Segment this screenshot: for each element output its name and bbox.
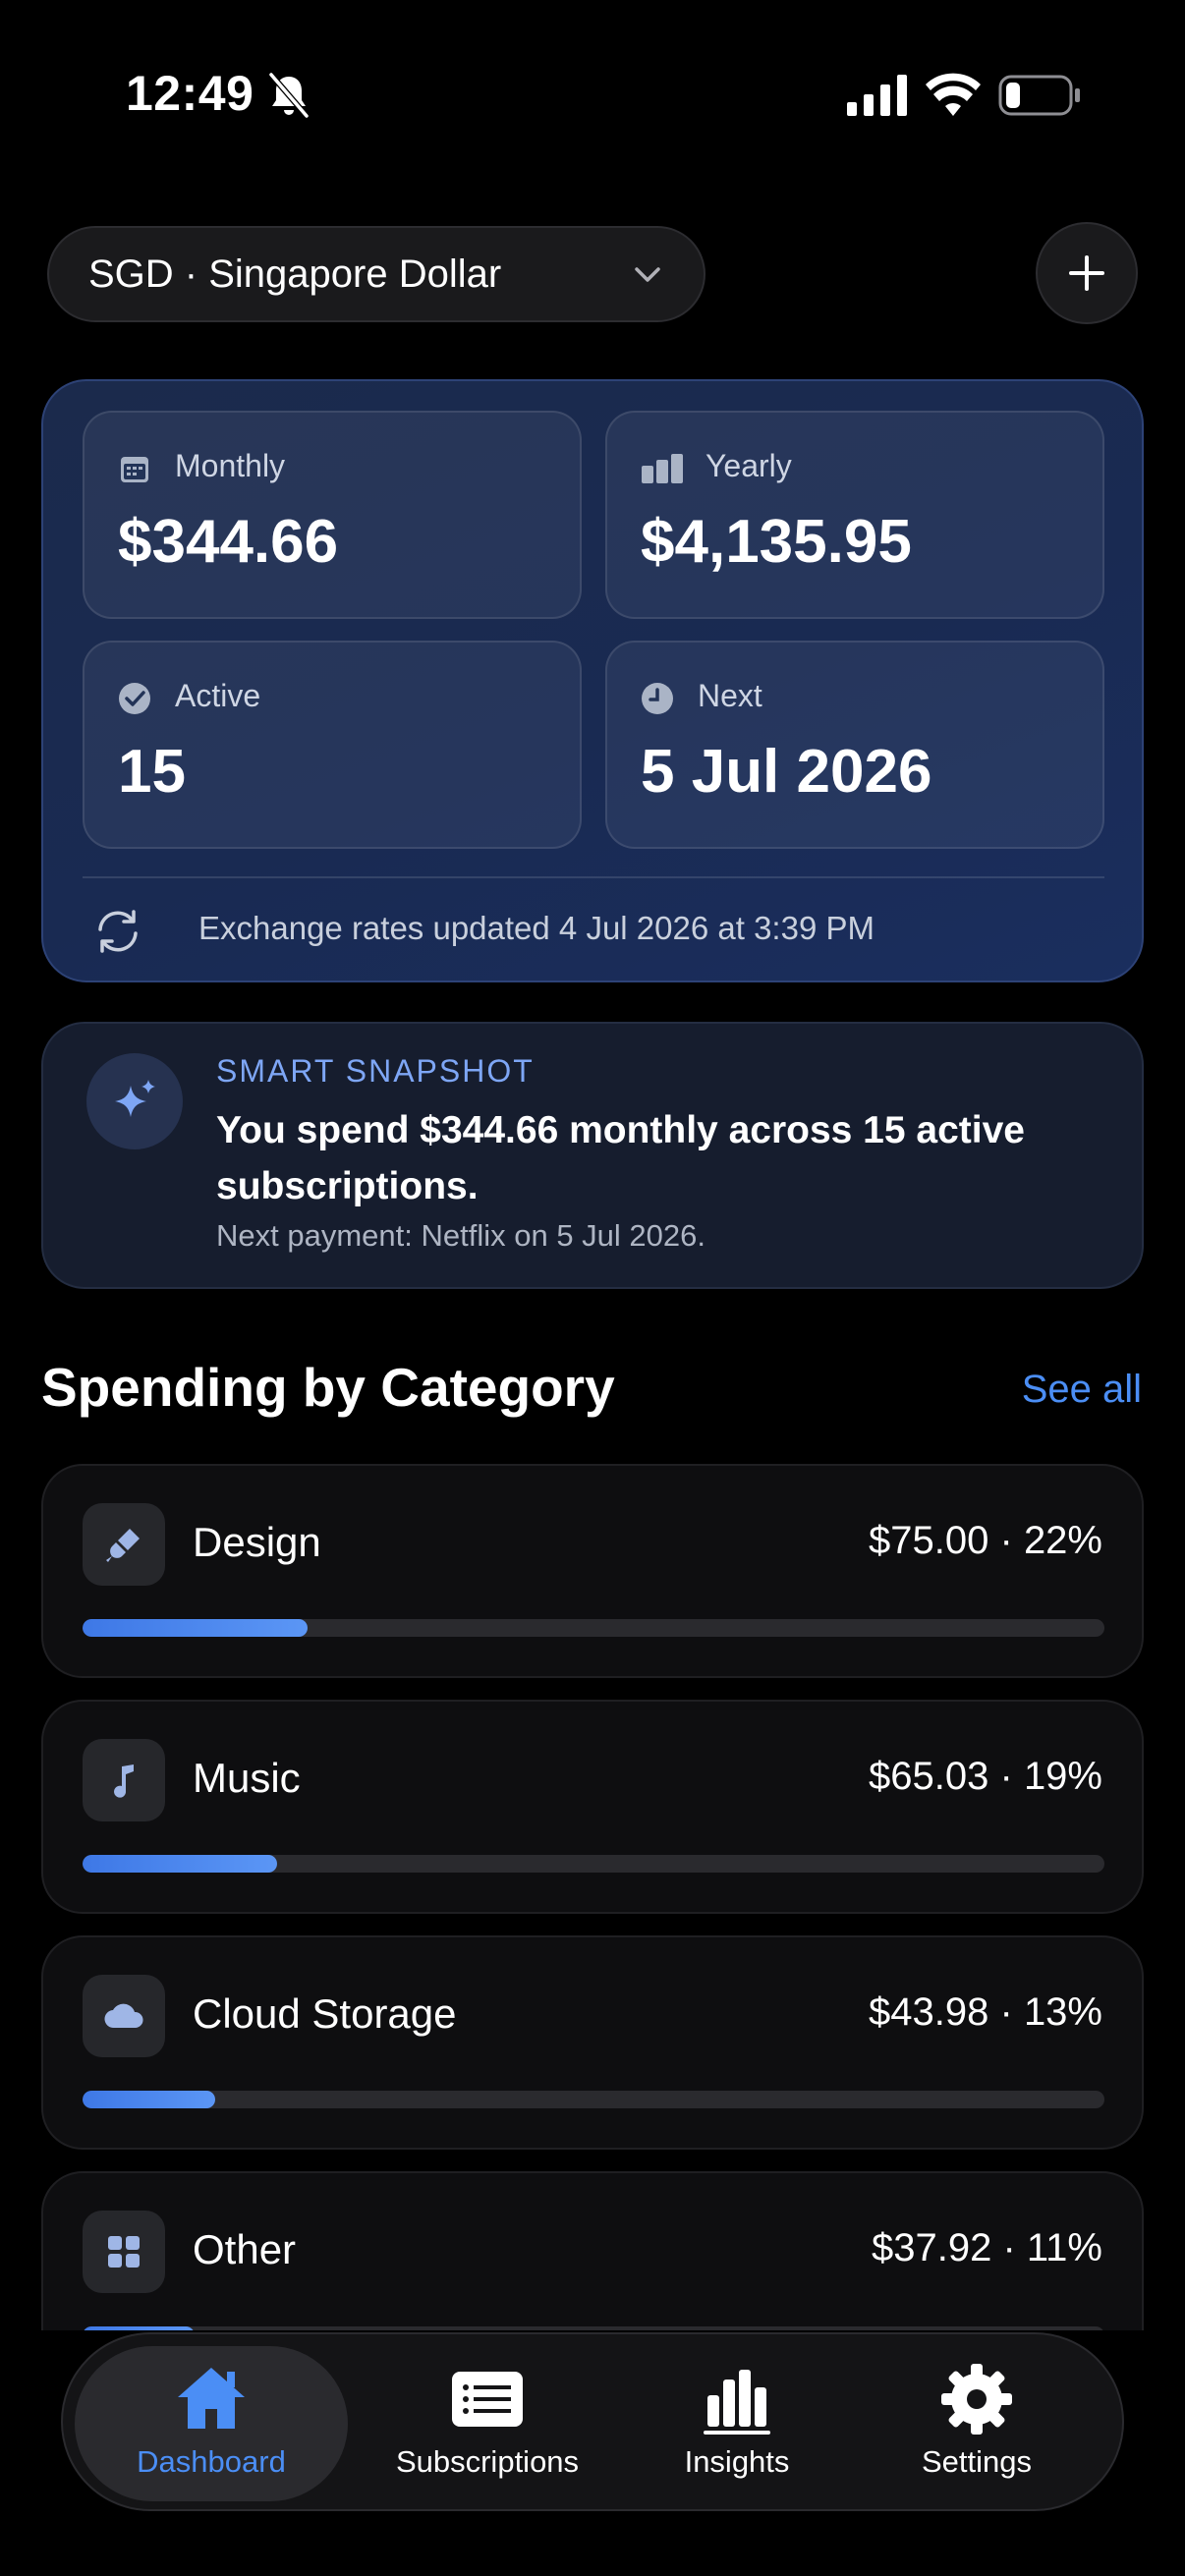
tab-insights[interactable]: Insights (639, 2346, 835, 2501)
plus-icon (1069, 255, 1104, 291)
category-card-other[interactable]: Other $37.92 · 11% (41, 2171, 1144, 2330)
list-icon (452, 2372, 523, 2427)
tab-bar: Dashboard Subscriptions Insights Setting… (61, 2332, 1124, 2511)
tab-label: Insights (684, 2444, 790, 2479)
house-icon (178, 2368, 245, 2429)
snapshot-title: SMART SNAPSHOT (216, 1053, 535, 1089)
section-title: Spending by Category (41, 1357, 615, 1418)
bar-chart-icon (642, 454, 683, 483)
stat-value: 5 Jul 2026 (641, 738, 932, 806)
category-amount: $65.03 · 19% (869, 1755, 1102, 1798)
category-name: Design (193, 1519, 321, 1565)
tab-dashboard[interactable]: Dashboard (75, 2346, 348, 2501)
bar-chart-icon (704, 2370, 770, 2435)
calendar-icon (121, 457, 148, 482)
exchange-rate-note: Exchange rates updated 4 Jul 2026 at 3:3… (198, 910, 875, 946)
status-time: 12:49 (126, 66, 254, 121)
chevron-down-icon (635, 267, 660, 282)
tab-settings[interactable]: Settings (878, 2346, 1075, 2501)
tab-label: Subscriptions (395, 2444, 580, 2479)
progress-fill (83, 2326, 196, 2330)
progress-fill (83, 1855, 277, 1873)
tab-subscriptions[interactable]: Subscriptions (358, 2346, 617, 2501)
stat-yearly: Yearly $4,135.95 (605, 411, 1104, 619)
snapshot-body: You spend $344.66 monthly across 15 acti… (216, 1109, 1025, 1207)
add-subscription-button[interactable] (1036, 222, 1138, 324)
music-note-icon (83, 1739, 165, 1821)
category-card-music[interactable]: Music $65.03 · 19% (41, 1700, 1144, 1914)
clock-icon (642, 683, 673, 714)
grid-icon (83, 2211, 165, 2293)
paintbrush-icon (83, 1503, 165, 1586)
currency-selector[interactable]: SGD · Singapore Dollar (47, 226, 705, 322)
category-amount: $75.00 · 22% (869, 1519, 1102, 1562)
stat-label: Next (698, 678, 762, 713)
checkmark-circle-icon (119, 683, 150, 714)
battery-icon (998, 75, 1080, 116)
category-card-cloud-storage[interactable]: Cloud Storage $43.98 · 13% (41, 1935, 1144, 2150)
category-name: Other (193, 2226, 297, 2272)
summary-card: Monthly $344.66 Yearly $4,135.95 Active … (41, 379, 1144, 982)
stat-value: 15 (118, 738, 186, 806)
tab-label: Dashboard (137, 2444, 286, 2479)
category-amount: $37.92 · 11% (872, 2226, 1102, 2269)
stat-label: Monthly (175, 448, 286, 483)
category-list[interactable]: Design $75.00 · 22% Music $65.03 · 19% C… (0, 1454, 1185, 2330)
stat-next: Next 5 Jul 2026 (605, 641, 1104, 849)
progress-track (83, 1619, 1104, 1637)
category-card-design[interactable]: Design $75.00 · 22% (41, 1464, 1144, 1678)
tab-label: Settings (921, 2444, 1032, 2479)
progress-track (83, 1855, 1104, 1873)
stat-label: Active (175, 678, 261, 713)
refresh-icon (98, 910, 138, 953)
progress-fill (83, 1619, 308, 1637)
gear-icon (941, 2364, 1012, 2435)
progress-fill (83, 2091, 216, 2108)
category-name: Cloud Storage (193, 1990, 457, 2037)
stat-label: Yearly (705, 448, 792, 483)
stat-active: Active 15 (83, 641, 582, 849)
category-amount: $43.98 · 13% (869, 1990, 1102, 2034)
stat-monthly: Monthly $344.66 (83, 411, 582, 619)
snapshot-subtext: Next payment: Netflix on 5 Jul 2026. (216, 1218, 705, 1253)
progress-track (83, 2091, 1104, 2108)
stat-value: $344.66 (118, 508, 339, 576)
status-bar: 12:49 (0, 0, 1185, 177)
divider (83, 876, 1104, 878)
sparkles-icon (86, 1053, 183, 1149)
cellular-signal-icon (847, 75, 907, 116)
wifi-icon (926, 73, 981, 116)
category-name: Music (193, 1755, 301, 1801)
see-all-link[interactable]: See all (1022, 1368, 1142, 1412)
cloud-icon (83, 1975, 165, 2057)
currency-label: SGD · Singapore Dollar (88, 252, 502, 296)
bell-muted-icon (268, 73, 310, 118)
smart-snapshot-card[interactable]: SMART SNAPSHOT You spend $344.66 monthly… (41, 1022, 1144, 1289)
progress-track (83, 2326, 1104, 2330)
stat-value: $4,135.95 (641, 508, 912, 576)
